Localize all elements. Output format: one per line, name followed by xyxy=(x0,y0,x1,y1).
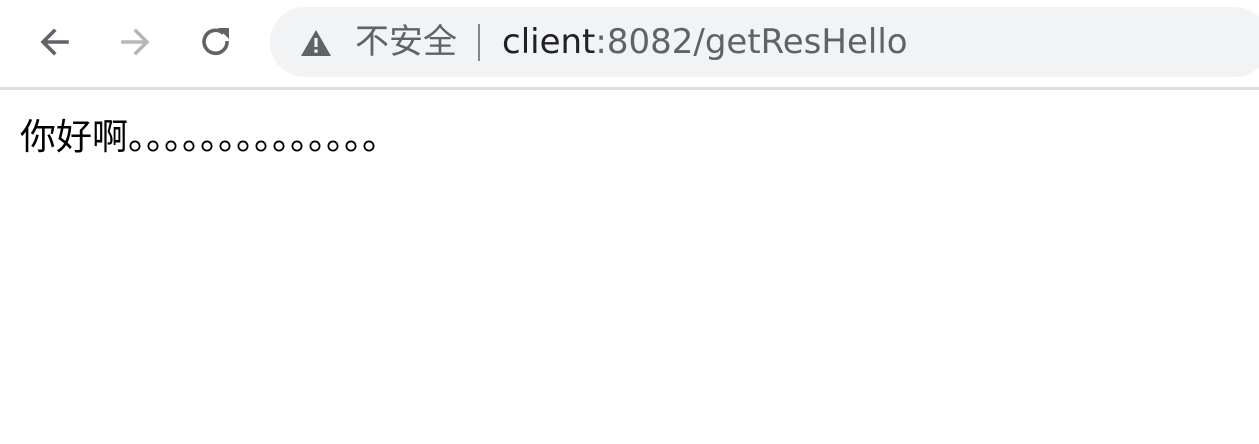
back-button[interactable] xyxy=(35,22,75,62)
omnibox-divider xyxy=(478,24,480,61)
arrow-right-icon xyxy=(121,28,150,56)
page-body-text: 你好啊。。。。。。。。。。。。。。 xyxy=(20,117,399,158)
security-status-label[interactable]: 不安全 xyxy=(355,20,457,64)
reload-icon xyxy=(202,28,229,56)
reload-button[interactable] xyxy=(196,22,236,62)
browser-toolbar: 不安全 client:8082/getResHello xyxy=(0,0,1259,90)
forward-button[interactable] xyxy=(115,22,155,62)
url-text[interactable]: client:8082/getResHello xyxy=(502,20,908,64)
url-host: client xyxy=(502,22,596,62)
address-bar[interactable]: 不安全 client:8082/getResHello xyxy=(270,7,1259,77)
warning-triangle-icon[interactable] xyxy=(300,29,332,57)
url-path: :8082/getResHello xyxy=(595,22,908,62)
arrow-left-icon xyxy=(40,28,69,56)
